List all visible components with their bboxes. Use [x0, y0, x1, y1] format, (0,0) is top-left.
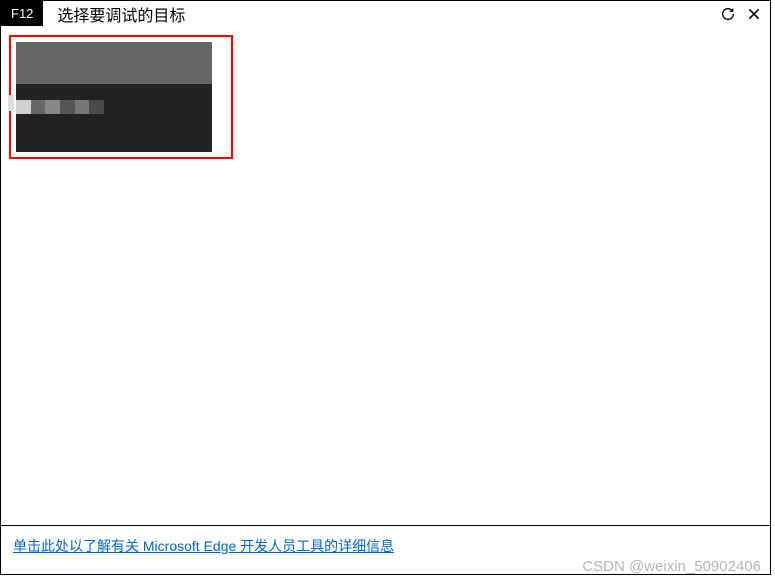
refresh-icon — [720, 6, 736, 22]
f12-badge: F12 — [1, 1, 43, 26]
targets-area — [1, 27, 770, 525]
f12-target-chooser-window: F12 选择要调试的目标 — [0, 0, 771, 575]
close-icon — [746, 6, 762, 22]
debug-target-tile[interactable] — [9, 35, 233, 159]
window-title: 选择要调试的目标 — [57, 2, 185, 26]
close-button[interactable] — [744, 4, 764, 24]
tile-edge-handle — [8, 95, 14, 111]
footer: 单击此处以了解有关 Microsoft Edge 开发人员工具的详细信息 — [1, 525, 770, 574]
refresh-button[interactable] — [718, 4, 738, 24]
titlebar-actions — [718, 4, 770, 24]
devtools-info-link[interactable]: 单击此处以了解有关 Microsoft Edge 开发人员工具的详细信息 — [13, 538, 394, 554]
target-thumbnail — [16, 42, 212, 152]
titlebar: F12 选择要调试的目标 — [1, 1, 770, 27]
